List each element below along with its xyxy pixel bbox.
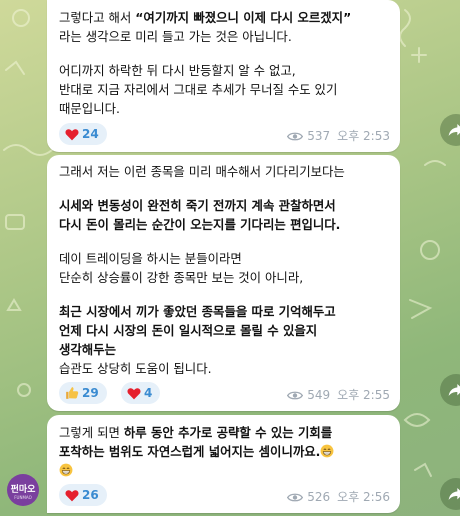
share-button[interactable] xyxy=(440,114,460,146)
text-run: 데이 트레이딩을 하시는 분들이라면 xyxy=(59,251,242,266)
bold-text: 다시 돈이 몰리는 순간이 오는지를 기다리는 편입니다. xyxy=(59,217,341,232)
message-line: 어디까지 하락한 뒤 다시 반등할지 알 수 없고, xyxy=(59,61,388,80)
reaction-heart[interactable]: 4 xyxy=(121,382,161,404)
avatar-tagline: FUNMAO xyxy=(14,495,32,500)
message-line: 포착하는 범위도 자연스럽게 넓어지는 셈이니까요. xyxy=(59,442,388,461)
share-arrow-icon xyxy=(448,384,460,396)
message-bubble: 그렇다고 해서 “여기까지 빠졌으니 이제 다시 오르겠지” 라는 생각으로 미리… xyxy=(47,0,400,152)
message-line: 그래서 저는 이런 종목을 미리 매수해서 기다리기보다는 xyxy=(59,162,388,181)
message-meta: 526 오후 2:56 xyxy=(287,488,390,507)
view-count: 537 xyxy=(307,129,331,143)
message-meta: 537 오후 2:53 xyxy=(287,127,390,146)
message-line: 시세와 변동성이 완전히 죽기 전까지 계속 관찰하면서 xyxy=(59,196,388,215)
text-run: 라는 생각으로 미리 들고 가는 것은 아닙니다. xyxy=(59,29,292,44)
message-footer: 29 4 549 오후 2:55 xyxy=(59,382,390,404)
message-line: 언제 다시 시장의 돈이 일시적으로 몰릴 수 있을지 xyxy=(59,321,388,340)
message-meta: 549 오후 2:55 xyxy=(287,386,390,405)
message-time: 오후 2:53 xyxy=(337,129,390,143)
message-time: 오후 2:55 xyxy=(337,388,390,402)
bold-text: 시세와 변동성이 완전히 죽기 전까지 계속 관찰하면서 xyxy=(59,198,336,213)
message-line: 습관도 상당히 도움이 됩니다. xyxy=(59,359,388,378)
text-run: 반대로 지금 자리에서 그대로 추세가 무너질 수도 있기 xyxy=(59,82,338,97)
thumbs-up-icon xyxy=(66,387,79,399)
reaction-count: 24 xyxy=(82,126,99,141)
message-line: 그렇게 되면 하루 동안 추가로 공략할 수 있는 기회를 xyxy=(59,423,388,442)
heart-icon xyxy=(65,489,79,501)
text-run: 그래서 저는 이런 종목을 미리 매수해서 기다리기보다는 xyxy=(59,164,345,179)
message-line: 최근 시장에서 끼가 좋았던 종목들을 따로 기억해두고 xyxy=(59,302,388,321)
message-line: 때문입니다. xyxy=(59,99,388,118)
reaction-count: 26 xyxy=(82,487,99,502)
avatar-logo-text: 펀마오 xyxy=(10,485,36,495)
bold-text: 포착하는 범위도 자연스럽게 넓어지는 셈이니까요. xyxy=(59,444,321,459)
message-bubble: 그렇게 되면 하루 동안 추가로 공략할 수 있는 기회를포착하는 범위도 자연… xyxy=(47,415,400,513)
message-text: 그렇게 되면 하루 동안 추가로 공략할 수 있는 기회를포착하는 범위도 자연… xyxy=(59,415,388,480)
view-count: 526 xyxy=(307,490,331,504)
bold-text: 하루 동안 추가로 공략할 수 있는 기회를 xyxy=(123,425,333,440)
share-arrow-icon xyxy=(448,124,460,136)
message-line: 라는 생각으로 미리 들고 가는 것은 아닙니다. xyxy=(59,27,388,46)
message-line xyxy=(59,461,388,480)
text-run: 그렇다고 해서 xyxy=(59,10,136,25)
message-line: 데이 트레이딩을 하시는 분들이라면 xyxy=(59,249,388,268)
message-line: 반대로 지금 자리에서 그대로 추세가 무너질 수도 있기 xyxy=(59,80,388,99)
grinning-face-icon xyxy=(59,463,73,477)
heart-icon xyxy=(65,128,79,140)
reaction-heart[interactable]: 24 xyxy=(59,123,107,145)
eye-icon xyxy=(287,493,304,502)
grinning-face-icon xyxy=(320,444,334,458)
eye-icon xyxy=(287,391,304,400)
eye-icon xyxy=(287,132,304,141)
text-run: 어디까지 하락한 뒤 다시 반등할지 알 수 없고, xyxy=(59,63,296,78)
text-run: 때문입니다. xyxy=(59,101,120,116)
message-line: 그렇다고 해서 “여기까지 빠졌으니 이제 다시 오르겠지” xyxy=(59,8,388,27)
message-footer: 24 537 오후 2:53 xyxy=(59,123,390,145)
reaction-thumbs-up[interactable]: 29 xyxy=(59,382,107,404)
bold-text: 언제 다시 시장의 돈이 일시적으로 몰릴 수 있을지 xyxy=(59,323,318,338)
message-line: 다시 돈이 몰리는 순간이 오는지를 기다리는 편입니다. xyxy=(59,215,388,234)
message-footer: 26 526 오후 2:56 xyxy=(59,484,390,506)
message-text: 그렇다고 해서 “여기까지 빠졌으니 이제 다시 오르겠지” 라는 생각으로 미리… xyxy=(59,0,388,118)
share-button[interactable] xyxy=(440,478,460,510)
bold-text: 최근 시장에서 끼가 좋았던 종목들을 따로 기억해두고 xyxy=(59,304,336,319)
message-time: 오후 2:56 xyxy=(337,490,390,504)
reaction-heart[interactable]: 26 xyxy=(59,484,107,506)
share-arrow-icon xyxy=(448,488,460,500)
heart-icon xyxy=(127,387,141,399)
text-run: 그렇게 되면 xyxy=(59,425,124,440)
reaction-count: 29 xyxy=(82,385,99,400)
view-count: 549 xyxy=(307,388,331,402)
bold-text: 생각해두는 xyxy=(59,342,116,357)
share-button[interactable] xyxy=(440,374,460,406)
message-line: 단순히 상승률이 강한 종목만 보는 것이 아니라, xyxy=(59,268,388,287)
channel-avatar[interactable]: 펀마오 FUNMAO xyxy=(7,474,39,506)
reaction-count: 4 xyxy=(144,385,153,400)
message-line: 생각해두는 xyxy=(59,340,388,359)
message-bubble: 그래서 저는 이런 종목을 미리 매수해서 기다리기보다는시세와 변동성이 완전… xyxy=(47,155,400,411)
text-run: 단순히 상승률이 강한 종목만 보는 것이 아니라, xyxy=(59,270,304,285)
message-text: 그래서 저는 이런 종목을 미리 매수해서 기다리기보다는시세와 변동성이 완전… xyxy=(59,155,388,378)
bold-text: “여기까지 빠졌으니 이제 다시 오르겠지” xyxy=(135,10,352,25)
text-run: 습관도 상당히 도움이 됩니다. xyxy=(59,361,212,376)
